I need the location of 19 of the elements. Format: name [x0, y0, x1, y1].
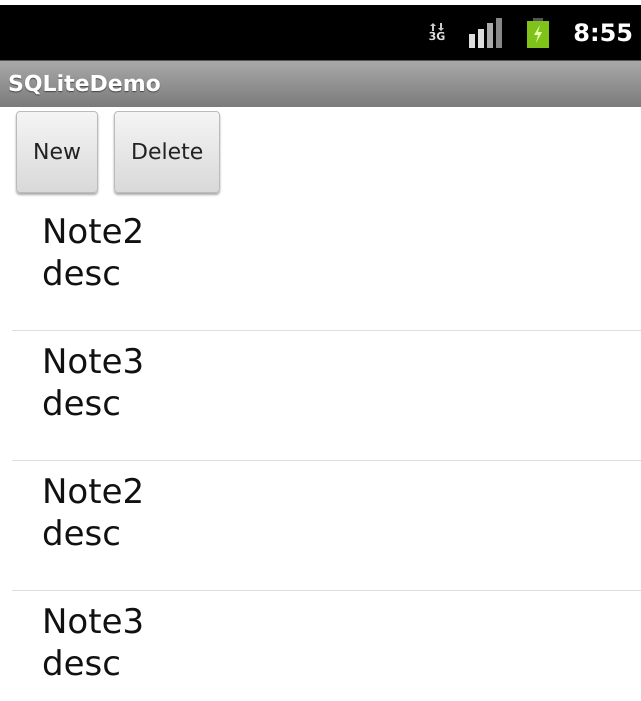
note-list-item[interactable]: Note3 desc [12, 591, 641, 701]
note-title: Note2 [42, 211, 144, 253]
action-button[interactable]: New [16, 111, 98, 193]
battery-icon [527, 18, 550, 48]
note-list-item[interactable]: Note2 desc [12, 461, 641, 591]
note-list-item[interactable]: Note2 desc [12, 201, 641, 331]
note-list-item[interactable]: Note3 desc [12, 331, 641, 461]
note-title: Note2 [42, 471, 144, 513]
note-description: desc [42, 643, 122, 685]
app-title: SQLiteDemo [8, 70, 161, 98]
network-indicator: 3G [428, 23, 446, 42]
signal-icon [469, 18, 504, 48]
note-description: desc [42, 513, 122, 555]
note-title: Note3 [42, 601, 144, 643]
note-description: desc [42, 253, 122, 295]
note-description: desc [42, 383, 122, 425]
clock-time: 8:55 [573, 18, 633, 48]
action-button[interactable]: Delete [114, 111, 220, 193]
note-title: Note3 [42, 341, 144, 383]
